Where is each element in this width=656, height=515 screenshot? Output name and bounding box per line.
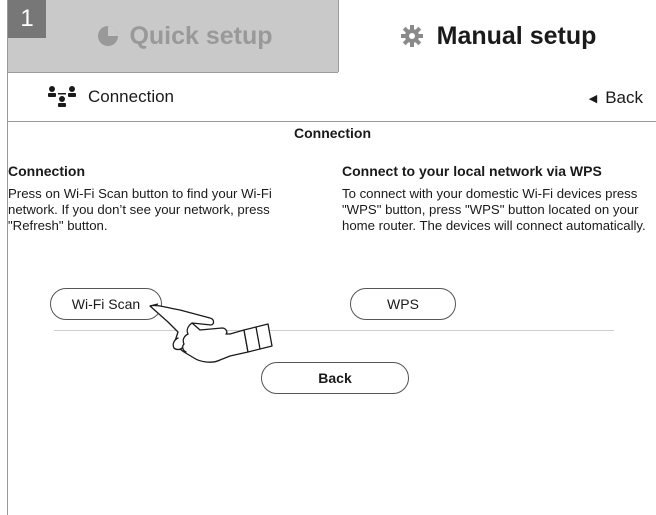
divider — [54, 330, 614, 331]
wps-button[interactable]: WPS — [350, 288, 456, 320]
wps-panel: Connect to your local network via WPS To… — [342, 148, 656, 234]
step-number-badge: 1 — [8, 0, 46, 38]
header-back-label: Back — [605, 88, 643, 107]
page-title: Connection — [46, 85, 174, 109]
gear-icon — [400, 25, 423, 47]
tab-manual-setup[interactable]: Manual setup — [338, 0, 656, 72]
network-users-icon — [48, 86, 76, 107]
wifi-scan-instructions: Press on Wi-Fi Scan button to find your … — [8, 186, 272, 233]
setup-window: 1 Quick setup Manual setup Connection ◀ … — [7, 0, 656, 515]
wifi-scan-panel: Connection Press on Wi-Fi Scan button to… — [8, 148, 318, 234]
clock-pie-icon — [98, 26, 119, 46]
header-title-text: Connection — [88, 87, 175, 106]
tab-quick-setup-label: Quick setup — [129, 21, 273, 50]
wifi-scan-heading: Connection — [8, 163, 85, 179]
wps-instructions: To connect with your domestic Wi-Fi devi… — [342, 186, 646, 233]
pointing-hand-icon — [149, 303, 273, 363]
header-bar: Connection ◀ Back — [8, 73, 656, 122]
back-button[interactable]: Back — [261, 362, 409, 394]
tab-quick-setup[interactable]: 1 Quick setup — [8, 0, 338, 73]
header-back-link[interactable]: ◀ Back — [589, 88, 643, 108]
triangle-left-icon: ◀ — [588, 92, 598, 105]
wps-heading: Connect to your local network via WPS — [342, 163, 602, 179]
tab-manual-setup-label: Manual setup — [436, 21, 597, 50]
wifi-scan-button[interactable]: Wi-Fi Scan — [50, 288, 162, 320]
section-title: Connection — [294, 125, 371, 141]
